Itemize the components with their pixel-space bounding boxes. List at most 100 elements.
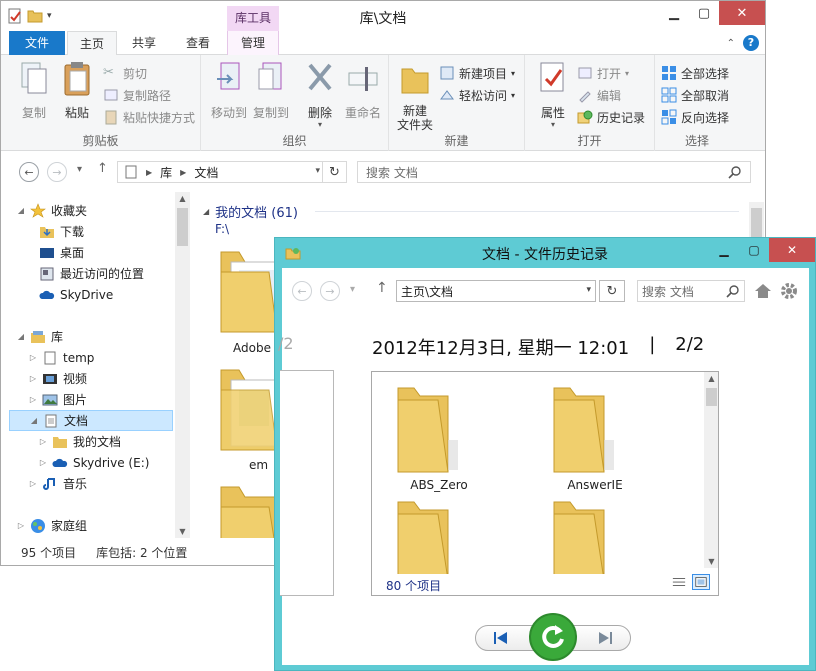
chevron-down-icon[interactable]: ▾	[586, 285, 591, 295]
nav-desktop[interactable]: 桌面	[39, 242, 84, 263]
previous-version-panel[interactable]	[280, 370, 334, 596]
nav-skydrive[interactable]: SkyDrive	[39, 284, 113, 305]
scrollbar-thumb[interactable]	[177, 208, 188, 246]
new-folder-button[interactable]: 新建 文件夹	[393, 61, 437, 132]
caret-collapsed-icon[interactable]: ▷	[29, 374, 37, 383]
properties-button[interactable]: 属性 ▾	[533, 61, 573, 129]
caret-collapsed-icon[interactable]: ▷	[29, 395, 37, 404]
chevron-down-icon: ▾	[317, 120, 322, 129]
caret-collapsed-icon[interactable]: ▷	[29, 353, 37, 362]
edit-button[interactable]: 编辑	[577, 85, 621, 105]
cut-button[interactable]: ✂ 剪切	[103, 63, 147, 83]
up-arrow-icon[interactable]: ↑	[376, 280, 388, 296]
caret-collapsed-icon[interactable]: ▷	[17, 521, 25, 530]
next-version-icon[interactable]	[597, 631, 613, 645]
select-all-button[interactable]: 全部选择	[661, 63, 729, 83]
select-none-button[interactable]: 全部取消	[661, 85, 729, 105]
breadcrumb-documents[interactable]: 文档	[194, 164, 218, 181]
folder-icon[interactable]	[550, 494, 620, 574]
nav-favorites[interactable]: ◢ 收藏夹	[17, 200, 87, 221]
chevron-down-icon[interactable]: ▾	[315, 166, 320, 176]
files-panel-scrollbar[interactable]: ▲ ▼	[704, 372, 718, 568]
copy-button[interactable]: 复制	[13, 61, 55, 121]
address-bar[interactable]: ▶ 库 ▶ 文档 ▾ ↻	[117, 161, 347, 183]
nav-my-documents[interactable]: ▷ 我的文档	[39, 431, 121, 452]
maximize-button[interactable]: ▢	[689, 1, 719, 25]
forward-button[interactable]: →	[320, 281, 340, 301]
nav-temp[interactable]: ▷ temp	[29, 347, 94, 368]
tab-manage[interactable]: 管理	[227, 31, 279, 55]
nav-skydrive-e[interactable]: ▷ Skydrive (E:)	[39, 452, 150, 473]
refresh-button[interactable]: ↻	[599, 280, 625, 302]
history-button[interactable]: 历史记录	[577, 107, 645, 127]
nav-music[interactable]: ▷ 音乐	[29, 473, 87, 494]
scroll-up-arrow-icon[interactable]: ▲	[175, 194, 190, 203]
refresh-button[interactable]: ↻	[322, 162, 346, 182]
history-search-input[interactable]: 搜索 文档	[637, 280, 745, 302]
move-to-button[interactable]: 移动到	[207, 61, 251, 121]
nav-pictures[interactable]: ▷ 图片	[29, 389, 87, 410]
forward-button[interactable]: →	[47, 162, 67, 182]
group-header[interactable]: ◢ 我的文档 (61)	[203, 202, 298, 221]
history-address-bar[interactable]: 主页\文档 ▾	[396, 280, 596, 302]
scroll-up-arrow-icon[interactable]: ▲	[704, 374, 718, 383]
back-button[interactable]: ←	[292, 281, 312, 301]
new-item-button[interactable]: 新建项目 ▾	[439, 63, 515, 83]
caret-collapsed-icon[interactable]: ▷	[29, 479, 37, 488]
caret-expanded-icon[interactable]: ◢	[17, 332, 25, 341]
folder-answerie-icon[interactable]	[550, 380, 620, 476]
help-icon[interactable]: ?	[743, 35, 759, 51]
close-button[interactable]: ✕	[769, 238, 815, 262]
folder-abs-zero-icon[interactable]	[394, 380, 464, 476]
nav-homegroup[interactable]: ▷ 家庭组	[17, 515, 87, 536]
paste-shortcut-button[interactable]: 粘贴快捷方式	[103, 107, 195, 127]
scroll-down-arrow-icon[interactable]: ▼	[175, 527, 190, 536]
recent-locations-chevron-icon[interactable]: ▾	[350, 284, 355, 295]
open-button[interactable]: 打开 ▾	[577, 63, 629, 83]
nav-videos[interactable]: ▷ 视频	[29, 368, 87, 389]
details-view-icon[interactable]	[670, 574, 688, 590]
up-arrow-icon[interactable]: ↑	[97, 161, 108, 176]
delete-button[interactable]: 删除 ▾	[301, 61, 339, 129]
tab-share[interactable]: 共享	[121, 31, 167, 55]
previous-version-icon[interactable]	[493, 631, 509, 645]
nav-downloads[interactable]: 下载	[39, 221, 84, 242]
chevron-right-icon[interactable]: ▶	[180, 168, 186, 177]
chevron-up-icon[interactable]: ⌃	[727, 38, 735, 49]
back-button[interactable]: ←	[19, 162, 39, 182]
folder-icon[interactable]	[394, 494, 464, 574]
copy-to-button[interactable]: 复制到	[249, 61, 293, 121]
caret-collapsed-icon[interactable]: ▷	[39, 458, 47, 467]
caret-expanded-icon[interactable]: ◢	[203, 207, 209, 216]
restore-button[interactable]	[529, 613, 577, 661]
navigation-pane-scrollbar[interactable]: ▲ ▼	[175, 192, 190, 538]
gear-icon[interactable]	[780, 282, 798, 300]
nav-libraries[interactable]: ◢ 库	[17, 326, 63, 347]
rename-button[interactable]: 重命名	[341, 61, 385, 121]
search-input[interactable]: 搜索 文档	[357, 161, 751, 183]
scrollbar-thumb[interactable]	[706, 388, 717, 406]
version-separator: |	[649, 334, 656, 355]
scroll-down-arrow-icon[interactable]: ▼	[704, 557, 718, 566]
large-icons-view-icon[interactable]	[692, 574, 710, 590]
nav-documents[interactable]: ◢ 文档	[9, 410, 173, 431]
chevron-right-icon[interactable]: ▶	[146, 168, 152, 177]
easy-access-button[interactable]: 轻松访问 ▾	[439, 85, 515, 105]
minimize-button[interactable]: ▁	[709, 238, 739, 262]
caret-expanded-icon[interactable]: ◢	[30, 416, 38, 425]
copy-path-button[interactable]: 复制路径	[103, 85, 171, 105]
paste-button[interactable]: 粘贴	[57, 61, 97, 121]
invert-selection-button[interactable]: 反向选择	[661, 107, 729, 127]
close-button[interactable]: ✕	[719, 1, 765, 25]
recent-locations-chevron-icon[interactable]: ▾	[77, 164, 82, 175]
tab-file[interactable]: 文件	[9, 31, 65, 55]
nav-recent-places[interactable]: 最近访问的位置	[39, 263, 144, 284]
tab-home[interactable]: 主页	[67, 31, 117, 56]
caret-collapsed-icon[interactable]: ▷	[39, 437, 47, 446]
caret-expanded-icon[interactable]: ◢	[17, 206, 25, 215]
home-icon[interactable]	[754, 282, 772, 300]
tab-view[interactable]: 查看	[175, 31, 221, 55]
breadcrumb-library[interactable]: 库	[160, 164, 172, 181]
minimize-button[interactable]: ▁	[659, 1, 689, 25]
maximize-button[interactable]: ▢	[739, 238, 769, 262]
